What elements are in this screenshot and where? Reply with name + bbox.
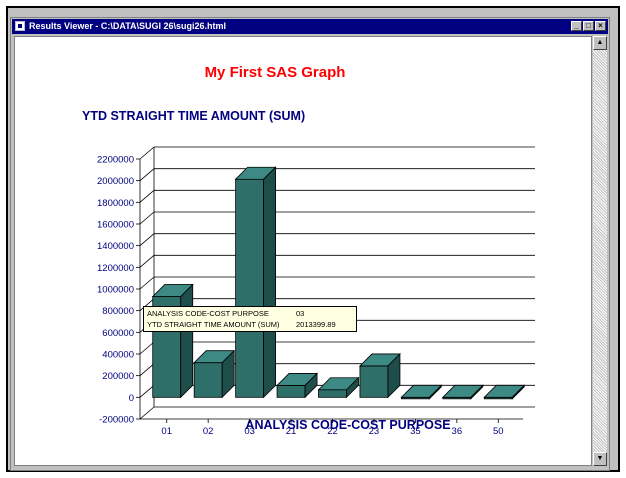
y-tick-label: -200000	[99, 415, 134, 426]
y-tick-label: 1000000	[97, 285, 134, 296]
close-button[interactable]: ×	[595, 21, 606, 31]
x-tick-label: 23	[369, 426, 380, 437]
x-tick-label: 50	[493, 426, 504, 437]
bar-21	[276, 372, 319, 399]
gridline-diagonal	[139, 233, 155, 246]
bar-side	[263, 166, 277, 399]
results-viewer-window: Results Viewer - C:\DATA\SUGI 26\sugi26.…	[10, 17, 610, 471]
results-content: My First SAS Graph YTD STRAIGHT TIME AMO…	[14, 36, 592, 466]
gridline-diagonal	[139, 168, 155, 181]
bar-50	[483, 384, 526, 400]
x-tick-label: 22	[327, 426, 338, 437]
tip-value-amount: 2013399.89	[296, 320, 336, 329]
bar-front	[276, 385, 306, 398]
y-tick-label: 200000	[102, 371, 134, 382]
y-tick-label: 1400000	[97, 241, 134, 252]
x-tick-label: 35	[410, 426, 421, 437]
gridline-diagonal	[139, 146, 155, 160]
gridline-diagonal	[139, 211, 155, 225]
y-tick-label: 800000	[102, 306, 134, 317]
tip-label-category: ANALYSIS CODE-COST PURPOSE	[147, 309, 269, 318]
bar-front	[193, 362, 223, 398]
y-tick-label: 2000000	[97, 176, 134, 187]
gridline-diagonal	[139, 276, 155, 290]
bar-front	[318, 389, 347, 398]
scroll-down-button[interactable]: ▼	[593, 452, 607, 466]
window-title: Results Viewer - C:\DATA\SUGI 26\sugi26.…	[29, 21, 227, 31]
bar-03	[234, 166, 277, 399]
bar-02	[193, 349, 236, 399]
bar-36	[441, 384, 484, 400]
x-tick-label: 03	[244, 426, 255, 437]
bar-chart: My First SAS Graph YTD STRAIGHT TIME AMO…	[82, 64, 535, 437]
x-tick-label: 36	[452, 426, 463, 437]
y-axis-title: YTD STRAIGHT TIME AMOUNT (SUM)	[82, 109, 305, 123]
tip-value-category: 03	[296, 309, 305, 318]
y-tick-label: 2200000	[97, 155, 134, 166]
window-titlebar[interactable]: Results Viewer - C:\DATA\SUGI 26\sugi26.…	[12, 19, 608, 34]
data-tip: ANALYSIS CODE-COST PURPOSE 03 YTD STRAIG…	[143, 306, 357, 332]
gridline-diagonal	[139, 363, 155, 376]
gridline-diagonal	[139, 190, 155, 203]
y-tick-label: 400000	[102, 350, 134, 361]
x-tick-label: 21	[286, 426, 297, 437]
gridline-diagonal	[139, 385, 155, 398]
chart-title: My First SAS Graph	[205, 64, 346, 81]
y-tick-label: 1800000	[97, 198, 134, 209]
tip-label-amount: YTD STRAIGHT TIME AMOUNT (SUM)	[147, 320, 280, 329]
bar-01	[151, 283, 194, 399]
minimize-button[interactable]: _	[571, 21, 582, 31]
app-icon[interactable]	[15, 21, 25, 31]
y-tick-label: 600000	[102, 328, 134, 339]
vertical-scrollbar[interactable]: ▲ ▼	[593, 36, 607, 466]
x-tick-label: 02	[203, 426, 214, 437]
y-tick-label: 0	[129, 393, 134, 404]
bar-23	[358, 352, 401, 399]
bar-side	[180, 283, 194, 399]
x-tick-label: 01	[161, 426, 172, 437]
bar-22	[317, 376, 360, 399]
y-tick-label: 1200000	[97, 263, 134, 274]
gridline-diagonal	[139, 341, 155, 355]
maximize-button[interactable]: □	[583, 21, 594, 31]
bar-front	[359, 365, 389, 398]
gridline-diagonal	[139, 255, 155, 268]
gridline-diagonal	[139, 406, 155, 420]
bar-front	[235, 178, 265, 398]
scroll-up-button[interactable]: ▲	[593, 36, 607, 50]
bar-35	[400, 384, 443, 400]
y-tick-label: 1600000	[97, 220, 134, 231]
